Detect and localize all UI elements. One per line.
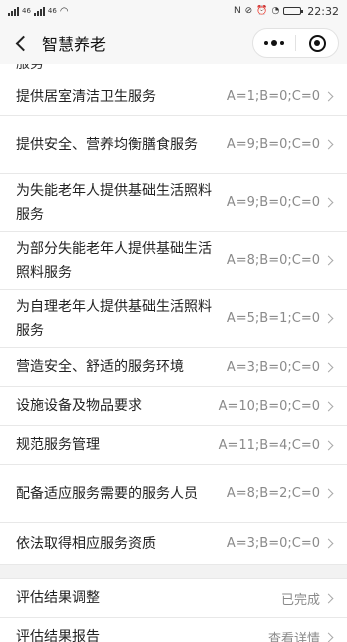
- alarm-icon: ⏰: [256, 6, 268, 16]
- assessment-adjust-row[interactable]: 评估结果调整 已完成: [0, 579, 347, 618]
- assessment-report-row[interactable]: 评估结果报告 查看详情: [0, 618, 347, 642]
- item-label: 提供居室清洁卫生服务: [16, 88, 156, 105]
- page-title: 智慧养老: [42, 35, 107, 54]
- signal-icon: [8, 6, 19, 16]
- list-item[interactable]: 提供居室清洁卫生服务 A=1;B=0;C=0: [0, 78, 347, 116]
- chevron-right-icon: [323, 593, 334, 603]
- chevron-right-icon: [323, 401, 334, 411]
- wifi-icon: ◠: [59, 5, 69, 17]
- more-button[interactable]: [253, 29, 295, 57]
- item-score: A=1;B=0;C=0: [226, 89, 320, 104]
- item-score: A=9;B=0;C=0: [226, 137, 320, 152]
- item-score: A=11;B=4;C=0: [218, 437, 320, 453]
- chevron-right-icon: [323, 255, 334, 266]
- clock: 22:32: [307, 4, 339, 18]
- nfc-icon: N: [233, 6, 241, 16]
- chevron-left-icon: [15, 35, 31, 51]
- item-label: 评估结果报告: [16, 629, 100, 642]
- item-score: A=5;B=1;C=0: [226, 311, 320, 326]
- chevron-right-icon: [323, 139, 334, 150]
- chevron-right-icon: [323, 632, 334, 642]
- section-divider: [0, 565, 347, 579]
- speed-icon: ◔: [271, 6, 280, 16]
- status-text: 已完成: [280, 592, 320, 608]
- signal-icon-2: [33, 6, 45, 16]
- mini-program-capsule: [252, 28, 339, 58]
- status-right: N ⊘ ⏰ ◔ 22:32: [234, 5, 339, 18]
- list-item[interactable]: 配备适应服务需要的服务人员 A=8;B=2;C=0: [0, 465, 347, 523]
- list-item[interactable]: 规范服务管理 A=11;B=4;C=0: [0, 426, 347, 465]
- list-item[interactable]: 为自理老年人提供基础生活照料服务 A=5;B=1;C=0: [0, 290, 347, 348]
- item-label: 规范服务管理: [16, 437, 100, 453]
- partial-cut-text: 服务: [16, 64, 44, 72]
- list-item[interactable]: 营造安全、舒适的服务环境 A=3;B=0;C=0: [0, 348, 347, 387]
- item-score: A=9;B=0;C=0: [226, 195, 320, 210]
- item-score: A=3;B=0;C=0: [226, 536, 320, 551]
- item-label: 为部分失能老年人提供基础生活照料服务: [16, 240, 212, 281]
- item-label: 设施设备及物品要求: [16, 398, 142, 414]
- item-score: A=3;B=0;C=0: [226, 359, 320, 375]
- item-label: 配备适应服务需要的服务人员: [16, 485, 198, 502]
- chevron-right-icon: [323, 362, 334, 372]
- item-label: 依法取得相应服务资质: [16, 535, 156, 552]
- item-label: 营造安全、舒适的服务环境: [16, 359, 184, 375]
- target-close-icon: [308, 34, 326, 52]
- item-label: 提供安全、营养均衡膳食服务: [16, 136, 198, 153]
- sim1-network: 46: [22, 6, 31, 15]
- chevron-right-icon: [323, 538, 334, 549]
- list-item[interactable]: 提供安全、营养均衡膳食服务 A=9;B=0;C=0: [0, 116, 347, 174]
- close-mini-program-button[interactable]: [296, 29, 338, 57]
- item-label: 为自理老年人提供基础生活照料服务: [16, 298, 212, 339]
- chevron-right-icon: [323, 197, 334, 208]
- chevron-right-icon: [323, 440, 334, 450]
- status-bar: 46 46 ◠ N ⊘ ⏰ ◔ 22:32: [0, 0, 347, 22]
- item-score: A=8;B=0;C=0: [226, 253, 320, 268]
- nav-bar: 智慧养老: [0, 22, 347, 64]
- view-details-link: 查看详情: [267, 631, 320, 642]
- mute-icon: ⊘: [244, 6, 253, 16]
- item-label: 评估结果调整: [16, 590, 100, 606]
- chevron-right-icon: [323, 313, 334, 324]
- item-score: A=10;B=0;C=0: [218, 398, 320, 414]
- back-button[interactable]: [6, 22, 36, 64]
- list-item[interactable]: 依法取得相应服务资质 A=3;B=0;C=0: [0, 523, 347, 565]
- status-left: 46 46 ◠: [8, 6, 69, 17]
- content-list[interactable]: 服务 提供居室清洁卫生服务 A=1;B=0;C=0 提供安全、营养均衡膳食服务 …: [0, 64, 347, 642]
- sim2-network: 46: [47, 6, 57, 15]
- chevron-right-icon: [323, 488, 334, 499]
- more-dots-icon: [264, 41, 268, 45]
- item-label: 为失能老年人提供基础生活照料服务: [16, 182, 212, 223]
- item-score: A=8;B=2;C=0: [226, 486, 320, 501]
- list-item[interactable]: 为失能老年人提供基础生活照料服务 A=9;B=0;C=0: [0, 174, 347, 232]
- battery-icon: [283, 7, 304, 15]
- list-item[interactable]: 为部分失能老年人提供基础生活照料服务 A=8;B=0;C=0: [0, 232, 347, 290]
- chevron-right-icon: [323, 91, 334, 102]
- list-item[interactable]: 设施设备及物品要求 A=10;B=0;C=0: [0, 387, 347, 426]
